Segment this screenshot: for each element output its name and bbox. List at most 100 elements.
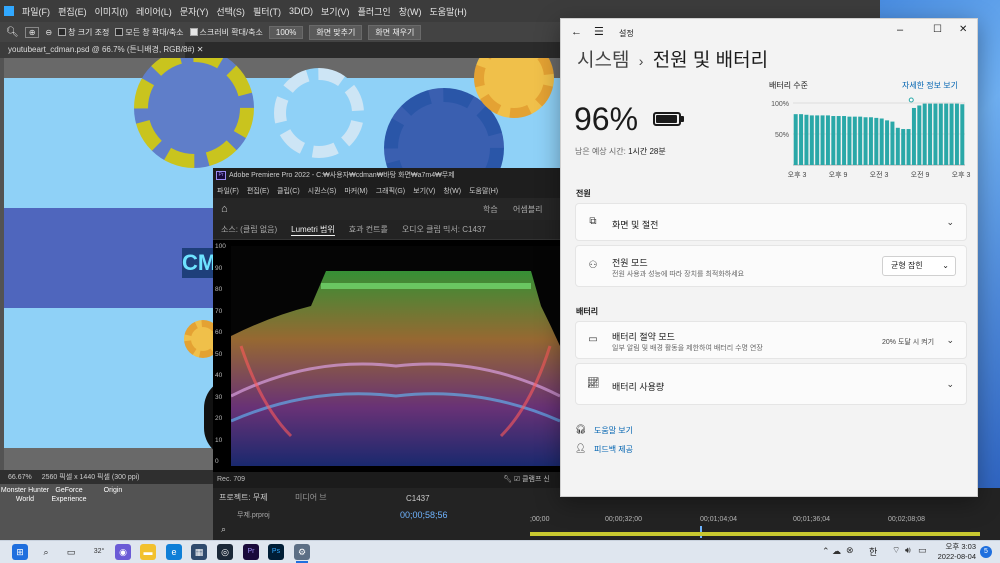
- volume-icon[interactable]: 🔊︎: [905, 545, 911, 556]
- ps-menu-item[interactable]: 편집(E): [58, 5, 87, 18]
- tab-effect-controls[interactable]: 효과 컨트롤: [349, 224, 388, 235]
- playhead-timecode[interactable]: 00;00;58;56: [400, 510, 448, 520]
- pr-menu-item[interactable]: 창(W): [443, 186, 461, 196]
- ps-menu-item[interactable]: 이미지(I): [95, 5, 128, 18]
- desktop-icon-monster-hunter[interactable]: Monster Hunter World: [0, 486, 50, 504]
- ps-menu-item[interactable]: 도움말(H): [429, 5, 466, 18]
- home-icon[interactable]: ⌂: [221, 203, 228, 215]
- help-link[interactable]: 도움말 보기: [594, 425, 633, 436]
- zoom-value-field[interactable]: 100%: [268, 25, 304, 39]
- steam-icon[interactable]: ◎: [217, 544, 233, 560]
- store-icon[interactable]: ▦: [191, 544, 207, 560]
- chevron-down-icon[interactable]: ⌄: [946, 379, 954, 390]
- security-icon[interactable]: ⊗: [846, 545, 854, 556]
- pr-menu-item[interactable]: 시퀀스(S): [308, 186, 337, 196]
- zoom-in-icon[interactable]: ⊕: [24, 26, 40, 38]
- pr-menu-item[interactable]: 도움말(H): [469, 186, 498, 196]
- notification-badge[interactable]: 5: [980, 546, 992, 558]
- photoshop-taskbar-icon[interactable]: Ps: [268, 544, 284, 560]
- desktop-icon-origin[interactable]: Origin: [88, 486, 138, 495]
- settings-taskbar-icon[interactable]: ⚙: [294, 544, 310, 560]
- chart-bar: [879, 118, 884, 165]
- tab-source[interactable]: 소스: (클립 없음): [221, 224, 277, 235]
- clock[interactable]: 오후 3:03 2022-08-04: [936, 542, 976, 562]
- wrench-icon[interactable]: 🔧︎: [503, 476, 512, 483]
- ps-menu-item[interactable]: 레이어(L): [136, 5, 172, 18]
- feedback-link[interactable]: 피드백 제공: [594, 444, 633, 455]
- battery-percent: 96%: [574, 101, 639, 137]
- workspace-assembly[interactable]: 어셈블리: [513, 204, 542, 215]
- desktop-icon-label: Monster Hunter World: [0, 487, 50, 503]
- search-icon[interactable]: ⌕: [38, 544, 54, 560]
- ps-menu-item[interactable]: 보기(V): [321, 5, 350, 18]
- chart-marker: [908, 97, 914, 103]
- power-mode-dropdown[interactable]: 균형 잡힌 ⌄: [882, 256, 956, 276]
- zoom-out-icon[interactable]: ⊖: [45, 28, 52, 37]
- close-icon[interactable]: ✕: [959, 24, 967, 35]
- clamp-signal-option[interactable]: 🔧︎ ☑ 클램프 신: [503, 472, 550, 488]
- battery-usage-card[interactable]: 📈︎ 배터리 사용량 ⌄: [575, 363, 967, 405]
- pr-menu-item[interactable]: 편집(E): [247, 186, 269, 196]
- ps-menu-item[interactable]: 3D(D): [289, 6, 313, 16]
- zoom-all-windows-option[interactable]: 모든 창 확대/축소: [115, 27, 184, 38]
- wifi-icon[interactable]: ⌔: [892, 545, 900, 556]
- pr-menu-item[interactable]: 마커(M): [344, 186, 367, 196]
- tab-lumetri-scopes[interactable]: Lumetri 범위: [291, 224, 335, 236]
- premiere-taskbar-icon[interactable]: Pr: [243, 544, 259, 560]
- fill-screen-button[interactable]: 화면 채우기: [368, 24, 422, 40]
- tab-audio-clip-mixer[interactable]: 오디오 클립 믹서: C1437: [402, 224, 486, 235]
- workspace-learning[interactable]: 학습: [483, 204, 498, 215]
- power-mode-value: 균형 잡힌: [891, 261, 923, 270]
- desktop-icon-geforce[interactable]: GeForce Experience: [44, 486, 94, 504]
- battery-saver-card[interactable]: ▭ 배터리 절약 모드 일부 알림 및 배경 활동을 제한하여 배터리 수명 연…: [575, 321, 967, 359]
- zoom-tool-icon[interactable]: 🔍︎: [6, 27, 19, 38]
- chevron-down-icon[interactable]: ⌄: [946, 217, 954, 228]
- ps-menu-item[interactable]: 플러그인: [358, 5, 391, 18]
- start-button[interactable]: ⊞: [12, 544, 28, 560]
- onedrive-icon[interactable]: ☁: [832, 546, 841, 557]
- pr-menu-item[interactable]: 파일(F): [217, 186, 239, 196]
- ps-menu-item[interactable]: 창(W): [399, 5, 422, 18]
- file-explorer-icon[interactable]: ▬: [140, 544, 156, 560]
- edge-icon[interactable]: e: [166, 544, 182, 560]
- chart-bar: [954, 103, 959, 165]
- pr-menu-item[interactable]: 그래픽(G): [376, 186, 405, 196]
- chevron-down-icon[interactable]: ⌄: [946, 335, 954, 346]
- pr-menu-item[interactable]: 보기(V): [413, 186, 435, 196]
- work-area-bar[interactable]: [530, 532, 980, 536]
- taskbar: ⊞ ⌕ ▭ 32° ◉ ▬ e ▦ ◎ Pr Ps ⚙ ⌃ ☁ ⊗ 한 ⌔ 🔊︎…: [0, 540, 1000, 563]
- tab-media-browser[interactable]: 미디어 브: [295, 492, 327, 503]
- ime-indicator[interactable]: 한: [869, 545, 877, 558]
- fit-all-windows-option[interactable]: 창 크기 조정: [58, 27, 109, 38]
- weather-widget[interactable]: 32°: [88, 544, 110, 560]
- details-link[interactable]: 자세한 정보 보기: [902, 80, 958, 91]
- task-view-icon[interactable]: ▭: [63, 544, 79, 560]
- teams-icon[interactable]: ◉: [115, 544, 131, 560]
- screen-sleep-card[interactable]: ⧉ 화면 및 절전 ⌄: [575, 203, 967, 241]
- sequence-tab[interactable]: C1437: [406, 494, 430, 503]
- remaining-label: 남은 예상 시간:: [575, 147, 626, 156]
- search-icon[interactable]: ⌕: [221, 524, 226, 535]
- chevron-up-icon[interactable]: ⌃: [822, 546, 830, 557]
- minimize-icon[interactable]: –: [897, 24, 903, 36]
- document-tab[interactable]: youtubeart_cdman.psd @ 66.7% (튼니배경, RGB/…: [0, 42, 203, 58]
- scope-scale-label: 30: [215, 393, 223, 401]
- breadcrumb-system[interactable]: 시스템: [577, 50, 629, 71]
- maximize-icon[interactable]: ☐: [933, 24, 942, 35]
- ps-menu-item[interactable]: 필터(T): [253, 5, 281, 18]
- zoom-status: 66.67%: [8, 473, 32, 481]
- battery-tray-icon[interactable]: ▭: [918, 545, 927, 556]
- close-icon[interactable]: ✕: [197, 45, 204, 54]
- ps-menu-item[interactable]: 문자(Y): [180, 5, 209, 18]
- project-file-name: 무제.prproj: [237, 512, 270, 519]
- tab-project[interactable]: 프로젝트: 무제: [219, 492, 268, 503]
- fit-screen-button[interactable]: 화면 맞추기: [309, 24, 363, 40]
- chart-bar: [885, 120, 890, 165]
- pr-menu-item[interactable]: 클립(C): [277, 186, 300, 196]
- scrubby-zoom-option[interactable]: 스크러비 확대/축소: [189, 27, 263, 38]
- ps-menu-item[interactable]: 파일(F): [22, 5, 50, 18]
- scope-scale: 100 90 80 70 60 50 40 30 20 10 0: [213, 240, 231, 472]
- ps-menu-item[interactable]: 선택(S): [216, 5, 245, 18]
- back-arrow-icon[interactable]: ←: [571, 26, 582, 38]
- hamburger-menu-icon[interactable]: ☰: [594, 25, 604, 38]
